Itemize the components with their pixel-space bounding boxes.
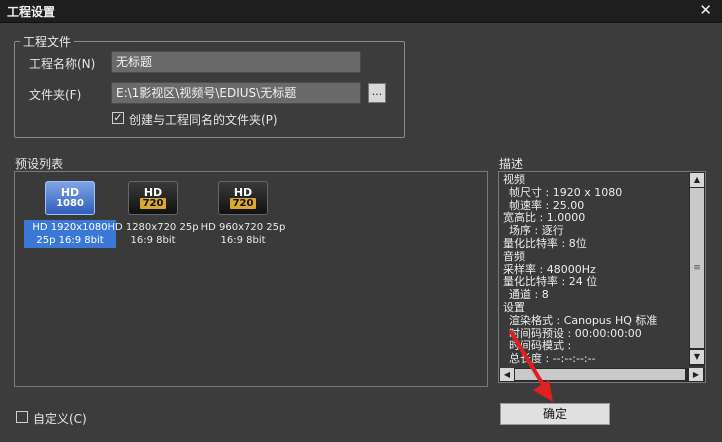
window-title: 工程设置 bbox=[7, 5, 56, 19]
description-label: 描述 bbox=[499, 157, 524, 171]
hd-720-icon: HD 720 bbox=[218, 181, 268, 215]
custom-label: 自定义(C) bbox=[33, 412, 87, 426]
hd-720-icon: HD 720 bbox=[128, 181, 178, 215]
folder-label: 文件夹(F) bbox=[29, 88, 82, 102]
folder-path-field[interactable]: E:\1影视区\视频号\EDIUS\无标题 bbox=[111, 82, 361, 104]
title-bar: 工程设置 ✕ bbox=[0, 0, 722, 23]
description-line: 视频 bbox=[503, 173, 525, 186]
close-icon[interactable]: ✕ bbox=[699, 1, 712, 19]
preset-caption: HD 1280x720 25p 16:9 8bit bbox=[107, 222, 199, 246]
preset-list-label: 预设列表 bbox=[15, 157, 64, 171]
scroll-up-icon[interactable]: ▲ bbox=[690, 173, 704, 187]
hd-1080-icon: HD 1080 bbox=[45, 181, 95, 215]
custom-checkbox[interactable] bbox=[16, 411, 28, 423]
preset-caption: HD 1920x1080 25p 16:9 8bit bbox=[24, 220, 116, 248]
annotation-arrow-icon bbox=[509, 330, 553, 402]
description-line: 设置 bbox=[503, 300, 525, 314]
description-line: 帧尺寸 : 1920 x 1080 bbox=[509, 185, 623, 199]
description-line: 渲染格式 : Canopus HQ 标准 bbox=[509, 313, 658, 327]
project-name-field[interactable]: 无标题 bbox=[111, 51, 361, 73]
project-file-group-label: 工程文件 bbox=[20, 33, 75, 50]
vertical-scrollbar[interactable]: ▲ ≡ ▼ bbox=[689, 172, 705, 366]
scroll-right-icon[interactable]: ▶ bbox=[689, 368, 703, 381]
preset-list[interactable]: HD 1080 HD 1920x1080 25p 16:9 8bit HD 72… bbox=[14, 171, 488, 387]
scroll-thumb[interactable]: ≡ bbox=[690, 188, 704, 348]
checkmark-icon: ✓ bbox=[113, 111, 123, 124]
browse-folder-button[interactable]: ... bbox=[368, 83, 386, 103]
create-folder-label: 创建与工程同名的文件夹(P) bbox=[129, 113, 278, 127]
description-line: 音频 bbox=[503, 249, 525, 263]
scroll-down-icon[interactable]: ▼ bbox=[690, 350, 704, 364]
preset-item-1920x1080[interactable]: HD 1080 HD 1920x1080 25p 16:9 8bit bbox=[24, 181, 116, 248]
create-folder-checkbox[interactable]: ✓ bbox=[112, 112, 124, 124]
project-name-label: 工程名称(N) bbox=[29, 57, 96, 71]
description-line: 量化比特率 : 8位 bbox=[503, 236, 587, 250]
preset-item-960x720[interactable]: HD 720 HD 960x720 25p 16:9 8bit bbox=[199, 181, 287, 248]
preset-item-1280x720[interactable]: HD 720 HD 1280x720 25p 16:9 8bit bbox=[107, 181, 199, 248]
preset-caption: HD 960x720 25p 16:9 8bit bbox=[200, 222, 286, 246]
description-line: 通道 : 8 bbox=[509, 288, 549, 302]
